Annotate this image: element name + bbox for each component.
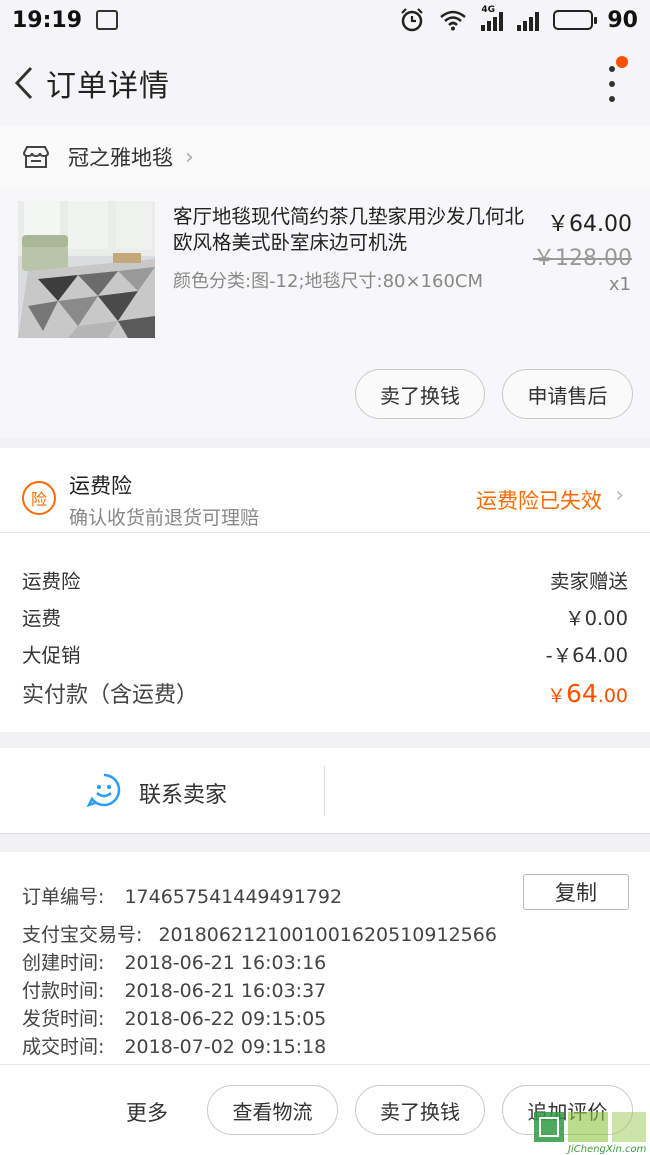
total-currency: ￥	[546, 685, 566, 707]
nav-bar: 订单详情	[0, 40, 650, 126]
chevron-right-icon: ›	[185, 144, 194, 170]
sell-for-cash-button[interactable]: 卖了换钱	[355, 1085, 485, 1135]
divider	[324, 766, 325, 816]
insurance-title: 运费险	[69, 474, 132, 498]
back-icon[interactable]	[2, 40, 46, 126]
info-value: 174657541449491792	[124, 886, 343, 908]
info-label: 付款时间:	[22, 980, 105, 1002]
page-title: 订单详情	[46, 69, 170, 104]
paid-time-row: 付款时间: 2018-06-21 16:03:37	[22, 976, 326, 1003]
info-value: 2018-06-21 16:03:37	[124, 980, 327, 1002]
total-paid-row: 实付款（含运费） ￥64.00	[22, 677, 628, 709]
battery-icon	[553, 10, 598, 30]
alipay-trade-row: 支付宝交易号: 2018062121001001620510912566	[22, 920, 497, 947]
fee-value: ￥0.00	[565, 607, 628, 630]
chevron-right-icon: ›	[615, 483, 624, 508]
battery-level: 90	[607, 7, 638, 33]
product-price: ￥64.00	[547, 212, 632, 237]
info-label: 订单编号:	[22, 886, 105, 908]
copy-button[interactable]: 复制	[523, 874, 629, 910]
product-original-price: ￥128.00	[533, 246, 632, 271]
more-options-icon[interactable]	[606, 66, 618, 102]
watermark-text: JiChengXin.com	[568, 1144, 647, 1155]
wireless-hotspot-icon	[96, 10, 119, 30]
info-value: 2018-06-22 09:15:05	[124, 1008, 327, 1030]
info-value: 2018-06-21 16:03:16	[124, 952, 327, 974]
fee-row: 运费险 卖家赠送	[22, 565, 628, 594]
fee-label: 运费险	[22, 570, 81, 593]
info-label: 成交时间:	[22, 1036, 105, 1058]
total-paid-label: 实付款（含运费）	[22, 683, 199, 708]
product-title[interactable]: 客厅地毯现代简约茶几垫家用沙发几何北欧风格美式卧室床边可机洗	[173, 204, 529, 256]
alarm-icon	[401, 8, 424, 32]
total-decimal: .00	[597, 685, 628, 707]
shipping-insurance-row[interactable]: 险 运费险 确认收货前退货可理赔 运费险已失效 ›	[0, 438, 650, 532]
insurance-icon: 险	[22, 481, 56, 515]
info-label: 发货时间:	[22, 1008, 105, 1030]
order-number-row: 订单编号: 174657541449491792	[22, 882, 342, 909]
fee-value: 卖家赠送	[549, 570, 628, 593]
info-value: 2018-07-02 09:15:18	[124, 1036, 327, 1058]
more-button[interactable]: 更多	[126, 1097, 168, 1127]
total-integer: 64	[565, 679, 598, 708]
fee-label: 大促销	[22, 644, 81, 667]
status-bar: 19:19 4G 90	[0, 0, 650, 40]
network-type: 4G	[481, 5, 496, 15]
product-image[interactable]	[18, 201, 155, 338]
product-spec: 颜色分类:图-12;地毯尺寸:80×160CM	[173, 271, 484, 292]
fee-row: 运费 ￥0.00	[22, 602, 628, 631]
info-label: 支付宝交易号:	[22, 924, 143, 946]
view-logistics-button[interactable]: 查看物流	[207, 1085, 338, 1135]
fee-summary: 运费险 卖家赠送 运费 ￥0.00 大促销 -￥64.00 实付款（含运费） ￥…	[0, 532, 650, 732]
info-value: 2018062121001001620510912566	[158, 924, 497, 946]
notification-dot	[616, 56, 628, 68]
insurance-status[interactable]: 运费险已失效	[476, 485, 602, 515]
total-paid-value: ￥64.00	[547, 679, 628, 708]
contact-seller-button[interactable]: 联系卖家	[139, 777, 227, 809]
fee-row: 大促销 -￥64.00	[22, 639, 628, 668]
product-quantity: x1	[608, 274, 631, 295]
created-time-row: 创建时间: 2018-06-21 16:03:16	[22, 948, 326, 975]
chat-smile-icon[interactable]	[86, 772, 122, 808]
insurance-subtitle: 确认收货前退货可理赔	[69, 507, 260, 529]
signal-bars-icon	[517, 9, 540, 31]
wifi-icon	[440, 10, 467, 31]
shop-name: 冠之雅地毯	[68, 146, 173, 170]
store-icon	[22, 146, 50, 168]
network-signal-icon: 4G	[481, 5, 504, 31]
order-info: 订单编号: 174657541449491792 复制 支付宝交易号: 2018…	[0, 852, 650, 1064]
completed-time-row: 成交时间: 2018-07-02 09:15:18	[22, 1032, 326, 1059]
fee-value: -￥64.00	[545, 644, 628, 667]
sell-for-cash-button[interactable]: 卖了换钱	[355, 369, 485, 419]
info-label: 创建时间:	[22, 952, 105, 974]
status-time: 19:19	[12, 7, 83, 33]
shop-row[interactable]: 冠之雅地毯 ›	[0, 126, 650, 188]
apply-after-sales-button[interactable]: 申请售后	[502, 369, 633, 419]
contact-section: 联系卖家	[0, 748, 650, 834]
fee-label: 运费	[22, 607, 62, 630]
shipped-time-row: 发货时间: 2018-06-22 09:15:05	[22, 1004, 326, 1031]
product-card[interactable]: 客厅地毯现代简约茶几垫家用沙发几何北欧风格美式卧室床边可机洗 颜色分类:图-12…	[0, 188, 650, 438]
